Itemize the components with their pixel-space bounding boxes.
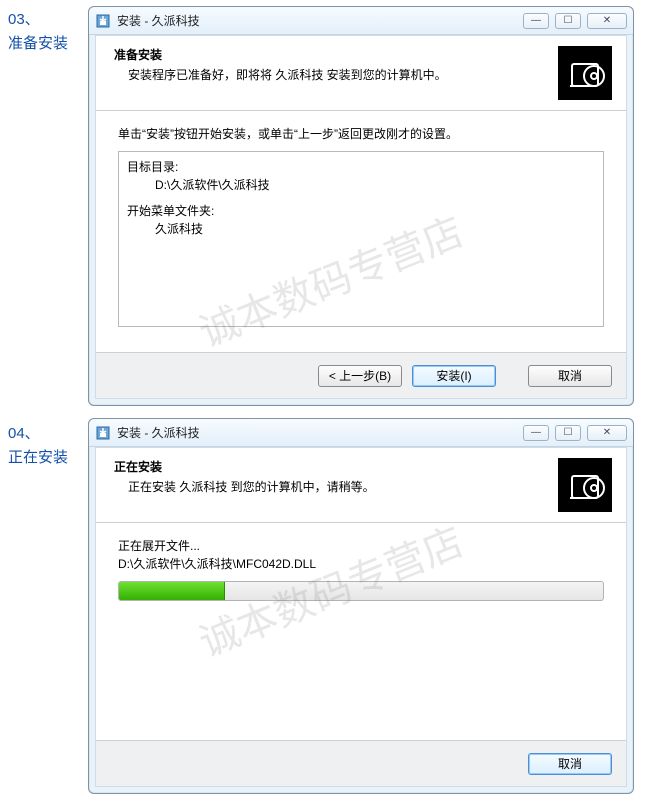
progress-fill	[119, 582, 225, 600]
header-subtitle: 安装程序已准备好，即将将 久派科技 安装到您的计算机中。	[114, 66, 558, 84]
minimize-button[interactable]: ―	[523, 13, 549, 29]
titlebar[interactable]: 安装 - 久派科技 ― ☐ ✕	[89, 419, 633, 447]
close-button[interactable]: ✕	[587, 13, 627, 29]
window-controls: ― ☐ ✕	[523, 13, 627, 29]
instruction-text: 单击“安装”按钮开始安装，或单击“上一步”返回更改刚才的设置。	[118, 125, 604, 143]
disc-icon	[558, 46, 612, 100]
wizard-footer: 取消	[96, 740, 626, 786]
extract-label: 正在展开文件...	[118, 537, 604, 555]
header-subtitle: 正在安装 久派科技 到您的计算机中，请稍等。	[114, 478, 558, 496]
window-content: 正在安装 正在安装 久派科技 到您的计算机中，请稍等。 正在展开文件... D:…	[95, 447, 627, 787]
back-button-label: < 上一步(B)	[329, 367, 391, 384]
window-content: 准备安装 安装程序已准备好，即将将 久派科技 安装到您的计算机中。 单击“安装”…	[95, 35, 627, 399]
step-03-label: 03、 准备安装	[8, 8, 68, 56]
start-menu-value: 久派科技	[127, 220, 595, 238]
wizard-header: 正在安装 正在安装 久派科技 到您的计算机中，请稍等。	[96, 448, 626, 523]
disc-icon	[558, 458, 612, 512]
window-title: 安装 - 久派科技	[117, 12, 523, 29]
cancel-button-label: 取消	[558, 367, 582, 384]
wizard-body: 单击“安装”按钮开始安装，或单击“上一步”返回更改刚才的设置。 目标目录: D:…	[96, 111, 626, 352]
header-title: 准备安装	[114, 46, 558, 64]
installer-icon	[95, 13, 111, 29]
step-04-num: 04、	[8, 425, 40, 442]
install-button[interactable]: 安装(I)	[412, 365, 496, 387]
window-controls: ― ☐ ✕	[523, 425, 627, 441]
progress-bar	[118, 581, 604, 601]
titlebar[interactable]: 安装 - 久派科技 ― ☐ ✕	[89, 7, 633, 35]
wizard-header: 准备安装 安装程序已准备好，即将将 久派科技 安装到您的计算机中。	[96, 36, 626, 111]
installer-window-ready: 安装 - 久派科技 ― ☐ ✕ 准备安装 安装程序已准备好，即将将 久派科技 安…	[88, 6, 634, 406]
step-03-num: 03、	[8, 11, 40, 28]
install-button-label: 安装(I)	[436, 367, 471, 384]
close-button[interactable]: ✕	[587, 425, 627, 441]
cancel-button[interactable]: 取消	[528, 365, 612, 387]
extract-path: D:\久派软件\久派科技\MFC042D.DLL	[118, 555, 604, 573]
installer-window-progress: 安装 - 久派科技 ― ☐ ✕ 正在安装 正在安装 久派科技 到您的计算机中，请…	[88, 418, 634, 794]
header-title: 正在安装	[114, 458, 558, 476]
installer-icon	[95, 425, 111, 441]
back-button[interactable]: < 上一步(B)	[318, 365, 402, 387]
wizard-footer: < 上一步(B) 安装(I) 取消	[96, 352, 626, 398]
window-title: 安装 - 久派科技	[117, 424, 523, 441]
step-04-text: 正在安装	[8, 449, 68, 466]
step-03-text: 准备安装	[8, 35, 68, 52]
target-dir-value: D:\久派软件\久派科技	[127, 176, 595, 194]
maximize-button[interactable]: ☐	[555, 425, 581, 441]
cancel-button-label: 取消	[558, 755, 582, 772]
minimize-button[interactable]: ―	[523, 425, 549, 441]
summary-box[interactable]: 目标目录: D:\久派软件\久派科技 开始菜单文件夹: 久派科技	[118, 151, 604, 327]
step-04-label: 04、 正在安装	[8, 422, 68, 470]
maximize-button[interactable]: ☐	[555, 13, 581, 29]
start-menu-label: 开始菜单文件夹:	[127, 202, 595, 220]
wizard-body: 正在展开文件... D:\久派软件\久派科技\MFC042D.DLL	[96, 523, 626, 740]
target-dir-label: 目标目录:	[127, 158, 595, 176]
cancel-button[interactable]: 取消	[528, 753, 612, 775]
